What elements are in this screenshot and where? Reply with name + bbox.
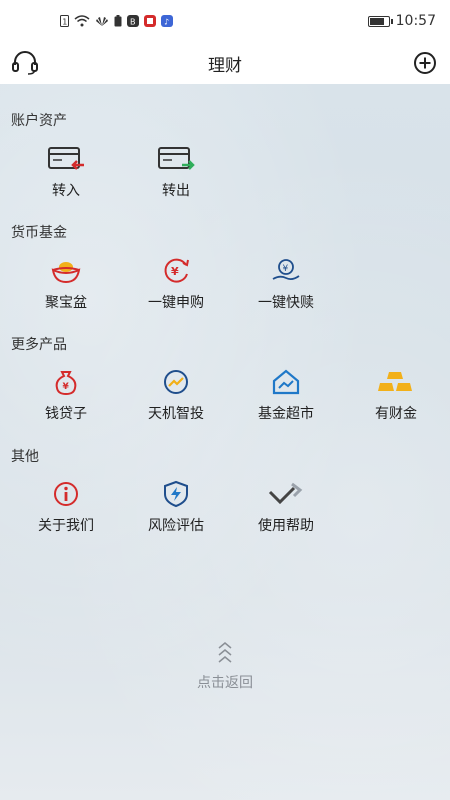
page-title: 理财 [208,55,242,76]
section-title-other: 其他 [11,449,39,465]
battery-icon [367,15,393,27]
help-button[interactable]: 使用帮助 [231,479,341,535]
one-click-redeem-label: 一键快赎 [258,295,314,311]
section-title-money-fund: 货币基金 [11,225,67,241]
transfer-out-label: 转出 [162,183,190,199]
section-title-more-products: 更多产品 [11,337,67,353]
risk-assessment-label: 风险评估 [148,518,204,534]
about-us-label: 关于我们 [38,518,94,534]
status-time: 10:57 [395,13,436,29]
risk-assessment-button[interactable]: 风险评估 [121,479,231,535]
svg-text:¥: ¥ [171,265,179,278]
treasure-bowl-icon [46,256,86,286]
chevrons-up-icon [218,642,232,663]
money-loan-label: 钱贷子 [45,406,87,422]
headset-icon[interactable] [10,50,40,76]
svg-text:1: 1 [62,18,67,27]
help-diamond-icon [266,479,306,509]
yen-redeem-icon: ¥ [266,256,306,286]
svg-text:♪: ♪ [164,18,169,27]
section-title-account: 账户资产 [11,113,67,129]
treasure-bowl-button[interactable]: 聚宝盆 [11,256,121,312]
music-notify-icon: ♪ [161,15,173,27]
money-loan-button[interactable]: ¥ 钱贷子 [11,367,121,423]
svg-text:¥: ¥ [283,264,289,274]
smart-invest-label: 天机智投 [148,406,204,422]
fund-market-button[interactable]: 基金超市 [231,367,341,423]
mail-notify-icon [144,15,156,27]
gold-label: 有财金 [375,406,417,422]
gold-bars-icon [376,367,416,397]
shield-bolt-icon [156,479,196,509]
status-icons: 1 B ♪ [60,15,173,27]
status-right: 10:57 [367,13,436,29]
treasure-bowl-label: 聚宝盆 [45,295,87,311]
svg-text:¥: ¥ [63,382,70,392]
transfer-in-button[interactable]: 转入 [11,144,121,200]
back-control[interactable]: 点击返回 [0,640,450,692]
app-notify-icon: B [127,15,139,27]
gold-button[interactable]: 有财金 [341,367,450,423]
add-icon[interactable] [410,49,440,77]
status-bar: 1 B ♪ 10:57 [0,0,450,42]
main-content: 账户资产 转入 转出 货币基金 聚宝盆 ¥ 一键申购 ¥ 一键快赎 更多产品 ¥… [0,84,450,800]
house-chart-icon [266,367,306,397]
about-us-button[interactable]: 关于我们 [11,479,121,535]
one-click-subscribe-label: 一键申购 [148,295,204,311]
wifi-icon [74,15,90,27]
trend-icon [156,367,196,397]
card-in-icon [46,144,86,174]
card-out-icon [156,144,196,174]
back-label: 点击返回 [197,675,253,691]
info-icon [46,479,86,509]
help-label: 使用帮助 [258,518,314,534]
money-bag-icon: ¥ [46,367,86,397]
transfer-out-button[interactable]: 转出 [121,144,231,200]
transfer-in-label: 转入 [52,183,80,199]
yen-subscribe-icon: ¥ [156,256,196,286]
one-click-redeem-button[interactable]: ¥ 一键快赎 [231,256,341,312]
one-click-subscribe-button[interactable]: ¥ 一键申购 [121,256,231,312]
battery-saver-icon [114,15,122,27]
svg-text:B: B [130,18,136,27]
fund-market-label: 基金超市 [258,406,314,422]
smart-invest-button[interactable]: 天机智投 [121,367,231,423]
nav-bar: 理财 [0,42,450,84]
sim-icon: 1 [60,15,69,27]
huawei-icon [96,17,108,26]
